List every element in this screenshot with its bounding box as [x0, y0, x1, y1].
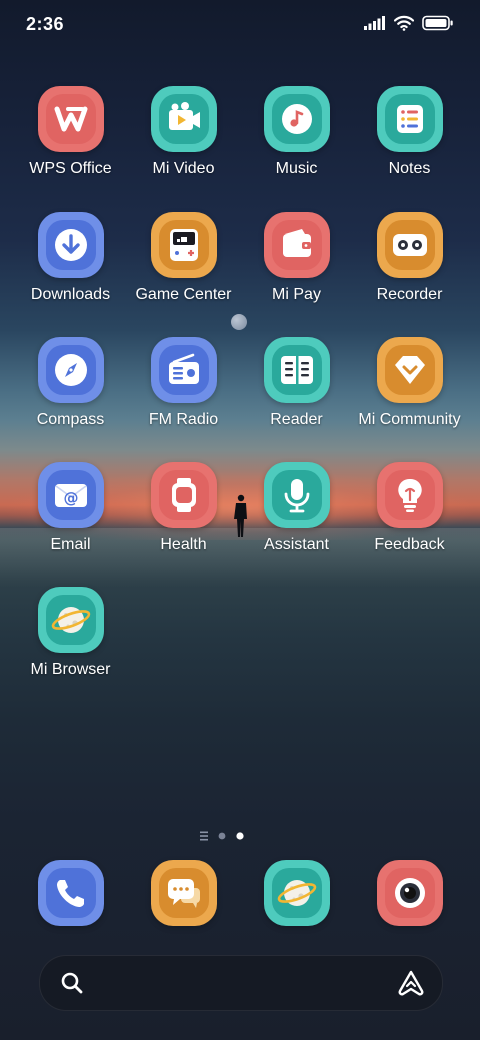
search-bar[interactable] — [39, 955, 443, 1011]
mi-browser-icon — [51, 607, 91, 633]
messages-icon — [168, 879, 200, 908]
app-label: Mi Browser — [30, 661, 111, 678]
app-health[interactable]: Health — [127, 462, 240, 582]
app-recorder[interactable]: Recorder — [353, 212, 466, 332]
app-fm-radio[interactable]: FM Radio — [127, 337, 240, 457]
dock-browser[interactable] — [264, 860, 330, 926]
app-mi-video[interactable]: Mi Video — [127, 86, 240, 206]
app-reader[interactable]: Reader — [240, 337, 353, 457]
phone-icon — [57, 880, 84, 907]
health-icon — [172, 478, 196, 512]
battery-icon — [422, 15, 453, 31]
app-label: Recorder — [376, 286, 443, 303]
search-icon — [61, 972, 83, 994]
app-downloads[interactable]: Downloads — [14, 212, 127, 332]
app-wps-office[interactable]: WPS Office — [14, 86, 127, 206]
browser-icon — [277, 880, 317, 906]
app-feedback[interactable]: Feedback — [353, 462, 466, 582]
recorder-icon — [393, 234, 427, 256]
dock-camera[interactable] — [377, 860, 443, 926]
app-music[interactable]: Music — [240, 86, 353, 206]
status-bar: 2:36 — [0, 0, 480, 50]
reader-icon — [281, 356, 313, 384]
assistant-mic-icon — [284, 479, 310, 513]
mi-community-icon — [395, 356, 425, 384]
mi-video-icon — [169, 102, 200, 130]
signal-icon — [364, 16, 385, 30]
app-mi-browser[interactable]: Mi Browser — [14, 587, 127, 707]
game-center-icon — [170, 229, 198, 261]
fm-radio-icon — [169, 353, 199, 384]
camera-icon — [395, 878, 425, 908]
status-icons — [364, 15, 454, 31]
assistant-icon[interactable] — [396, 969, 426, 997]
dock-messages[interactable] — [151, 860, 217, 926]
app-assistant[interactable]: Assistant — [240, 462, 353, 582]
app-compass[interactable]: Compass — [14, 337, 127, 457]
mi-pay-icon — [283, 229, 311, 257]
email-icon: @ — [55, 484, 87, 507]
app-label: Notes — [388, 160, 431, 177]
wifi-icon — [394, 15, 414, 31]
svg-text:@: @ — [64, 489, 79, 507]
app-game-center[interactable]: Game Center — [127, 212, 240, 332]
app-notes[interactable]: Notes — [353, 86, 466, 206]
status-time: 2:36 — [26, 14, 65, 34]
downloads-icon — [55, 229, 87, 261]
app-mi-pay[interactable]: Mi Pay — [240, 212, 353, 332]
notes-icon — [397, 105, 423, 133]
app-label: Mi Community — [358, 411, 461, 428]
app-label: Feedback — [374, 536, 445, 553]
app-mi-community[interactable]: Mi Community — [353, 337, 466, 457]
app-email[interactable]: @ Email — [14, 462, 127, 582]
dock-phone[interactable] — [38, 860, 104, 926]
compass-icon — [55, 354, 87, 386]
page-indicator[interactable] — [200, 829, 280, 843]
music-icon — [282, 104, 312, 134]
feedback-icon — [398, 478, 422, 512]
wps-office-icon — [54, 106, 88, 132]
